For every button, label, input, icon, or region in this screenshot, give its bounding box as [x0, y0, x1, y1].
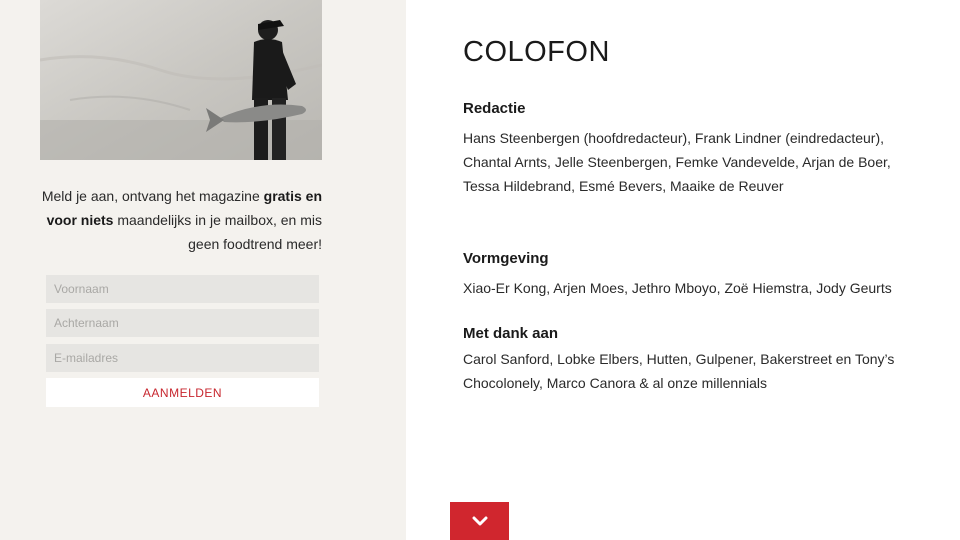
section-body-redactie: Hans Steenbergen (hoofdredacteur), Frank…	[463, 130, 891, 194]
chef-photo	[40, 0, 322, 160]
section-heading-redactie: Redactie	[463, 100, 526, 117]
section-body-vormgeving: Xiao-Er Kong, Arjen Moes, Jethro Mboyo, …	[463, 280, 892, 296]
newsletter-promo-text: Meld je aan, ontvang het magazine gratis…	[36, 184, 322, 256]
chevron-down-icon	[472, 516, 487, 526]
section-heading-vormgeving: Vormgeving	[463, 250, 549, 267]
scroll-down-button[interactable]	[450, 502, 509, 540]
promo-text-start: Meld je aan, ontvang het magazine	[41, 188, 264, 204]
newsletter-sidebar: Meld je aan, ontvang het magazine gratis…	[0, 0, 406, 540]
lastname-field[interactable]	[46, 309, 319, 337]
page-title: COLOFON	[463, 36, 610, 68]
chef-photo-image	[40, 0, 322, 160]
promo-text-end: maandelijks in je mailbox, en mis geen f…	[113, 212, 322, 252]
firstname-field[interactable]	[46, 275, 319, 303]
subscribe-button[interactable]: AANMELDEN	[46, 378, 319, 407]
section-heading-met-dank-aan: Met dank aan	[463, 325, 559, 342]
section-body-met-dank-aan: Carol Sanford, Lobke Elbers, Hutten, Gul…	[463, 351, 895, 391]
email-field[interactable]	[46, 344, 319, 372]
